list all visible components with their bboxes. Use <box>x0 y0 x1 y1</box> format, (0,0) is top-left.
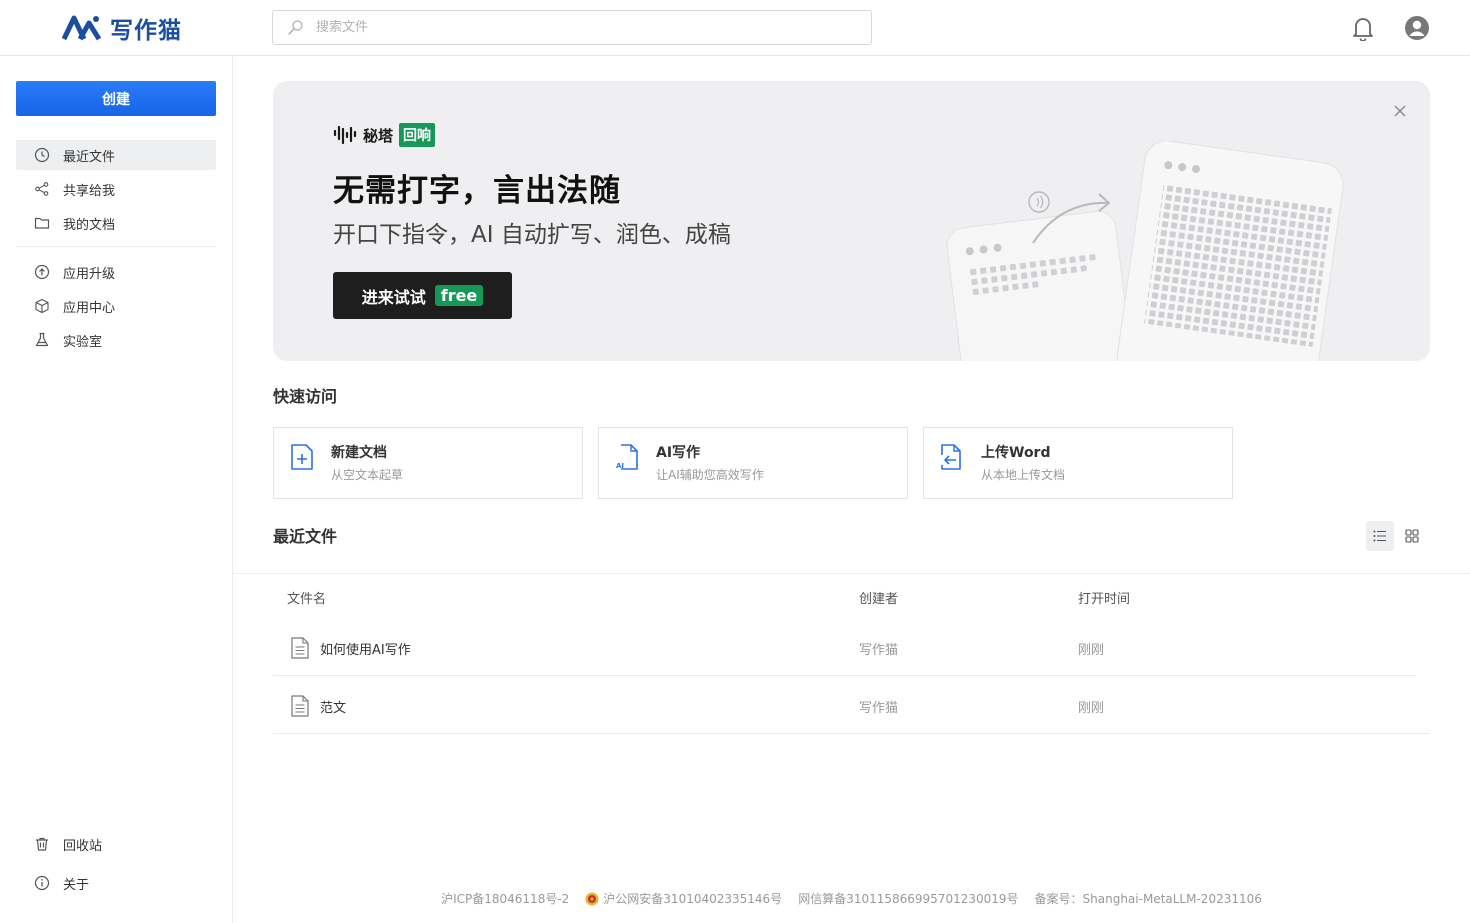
free-badge: free <box>434 285 484 306</box>
microphone-illustration <box>946 141 1344 361</box>
try-now-label: 进来试试 <box>361 287 426 307</box>
document-icon <box>291 637 309 659</box>
quick-card-new-doc[interactable]: 新建文档 从空文本起草 <box>273 427 583 499</box>
create-button[interactable]: 创建 <box>16 81 216 116</box>
quick-card-title: AI写作 <box>656 445 701 461</box>
police-badge-icon <box>585 892 599 905</box>
list-view-button[interactable] <box>1366 521 1394 551</box>
promo-banner[interactable]: 秘塔 回响 无需打字，言出法随 开口下指令，AI 自动扩写、润色、成稿 进来试试… <box>273 81 1430 361</box>
footer-algo-link[interactable]: 网信算备310115866995701230019号 <box>798 890 1018 907</box>
folder-icon <box>34 217 50 229</box>
banner-close-button[interactable] <box>1390 101 1410 121</box>
recent-files-title: 最近文件 <box>273 527 338 546</box>
column-header-creator[interactable]: 创建者 <box>859 588 898 607</box>
banner-subtitle: 开口下指令，AI 自动扩写、润色、成稿 <box>333 222 731 248</box>
sidebar-divider <box>16 246 216 247</box>
footer-police-text: 沪公网安备31010402335146号 <box>603 892 783 906</box>
table-row[interactable]: 如何使用AI写作 写作猫 刚刚 <box>273 618 1416 676</box>
svg-text:AI: AI <box>616 462 624 470</box>
new-doc-icon <box>291 444 313 470</box>
sidebar-item-about[interactable]: 关于 <box>16 868 216 898</box>
quick-access-title: 快速访问 <box>273 387 338 406</box>
file-open-time: 刚刚 <box>1078 643 1105 658</box>
column-header-name[interactable]: 文件名 <box>287 588 326 607</box>
sidebar-item-my-docs[interactable]: 我的文档 <box>16 208 216 238</box>
waveform-icon <box>333 125 357 145</box>
list-icon <box>1373 530 1386 542</box>
sidebar-item-label: 最近文件 <box>63 149 116 165</box>
sidebar-item-label: 我的文档 <box>63 217 116 233</box>
grid-view-button[interactable] <box>1398 521 1426 551</box>
footer-icp-link[interactable]: 沪ICP备18046118号-2 <box>441 890 569 907</box>
file-name[interactable]: 如何使用AI写作 <box>320 639 411 658</box>
banner-brand-name: 秘塔 <box>363 126 394 145</box>
sidebar-item-label: 关于 <box>63 877 90 893</box>
sidebar-item-label: 实验室 <box>63 334 103 350</box>
trash-icon <box>36 837 48 851</box>
sidebar-item-label: 应用升级 <box>63 266 116 282</box>
quick-card-ai-writing[interactable]: AI AI写作 让AI辅助您高效写作 <box>598 427 908 499</box>
try-now-button[interactable]: 进来试试 free <box>333 272 512 319</box>
search-box[interactable] <box>272 10 872 45</box>
search-input[interactable] <box>316 20 856 35</box>
page-footer: 沪ICP备18046118号-2 沪公网安备31010402335146号 网信… <box>233 890 1470 907</box>
user-avatar-icon[interactable] <box>1404 15 1430 41</box>
close-icon <box>1394 105 1406 117</box>
banner-brand-tag: 回响 <box>399 123 436 147</box>
quick-card-desc: 从空文本起草 <box>331 468 404 482</box>
document-icon <box>291 695 309 717</box>
quick-card-desc: 从本地上传文档 <box>981 468 1066 482</box>
quick-card-upload-word[interactable]: 上传Word 从本地上传文档 <box>923 427 1233 499</box>
ai-doc-icon: AI <box>616 444 638 470</box>
app-logo[interactable]: 写作猫 <box>62 12 182 44</box>
banner-title: 无需打字，言出法随 <box>333 173 621 209</box>
file-creator: 写作猫 <box>859 643 899 658</box>
sidebar-item-trash[interactable]: 回收站 <box>16 829 216 859</box>
info-icon <box>34 875 50 891</box>
banner-brand: 秘塔 回响 <box>333 123 436 147</box>
sidebar-item-recent[interactable]: 最近文件 <box>16 140 216 170</box>
table-divider <box>233 573 1470 574</box>
search-icon <box>288 20 303 35</box>
quick-card-desc: 让AI辅助您高效写作 <box>656 468 764 482</box>
bell-icon[interactable] <box>1351 15 1375 41</box>
sidebar-item-label: 应用中心 <box>63 300 116 316</box>
footer-record-text: 备案号：Shanghai-MetaLLM-20231106 <box>1034 892 1262 906</box>
upload-doc-icon <box>941 444 961 470</box>
logo-icon <box>62 15 102 41</box>
file-creator: 写作猫 <box>859 701 899 716</box>
file-open-time: 刚刚 <box>1078 701 1105 716</box>
brand-name: 写作猫 <box>110 17 182 44</box>
file-name[interactable]: 范文 <box>320 697 346 716</box>
clock-icon <box>34 147 50 163</box>
sidebar-item-app-center[interactable]: 应用中心 <box>16 291 216 321</box>
flask-icon <box>35 332 49 347</box>
column-header-time[interactable]: 打开时间 <box>1078 588 1130 607</box>
quick-card-title: 上传Word <box>981 445 1051 461</box>
top-header: 写作猫 <box>0 0 1470 56</box>
upgrade-icon <box>34 264 50 280</box>
table-row[interactable]: 范文 写作猫 刚刚 <box>273 676 1430 734</box>
footer-police-link[interactable]: 沪公网安备31010402335146号 <box>585 890 782 907</box>
sidebar: 创建 最近文件 共享给我 我的文档 应用升级 应用中心 实验室 回收站 关于 <box>0 56 233 923</box>
quick-card-title: 新建文档 <box>331 445 387 461</box>
sidebar-item-upgrade[interactable]: 应用升级 <box>16 257 216 287</box>
share-icon <box>35 182 49 196</box>
cube-icon <box>35 298 49 314</box>
grid-icon <box>1405 529 1419 543</box>
sidebar-item-shared[interactable]: 共享给我 <box>16 174 216 204</box>
sidebar-item-label: 共享给我 <box>63 183 116 199</box>
sidebar-item-lab[interactable]: 实验室 <box>16 325 216 355</box>
sidebar-item-label: 回收站 <box>63 838 103 854</box>
